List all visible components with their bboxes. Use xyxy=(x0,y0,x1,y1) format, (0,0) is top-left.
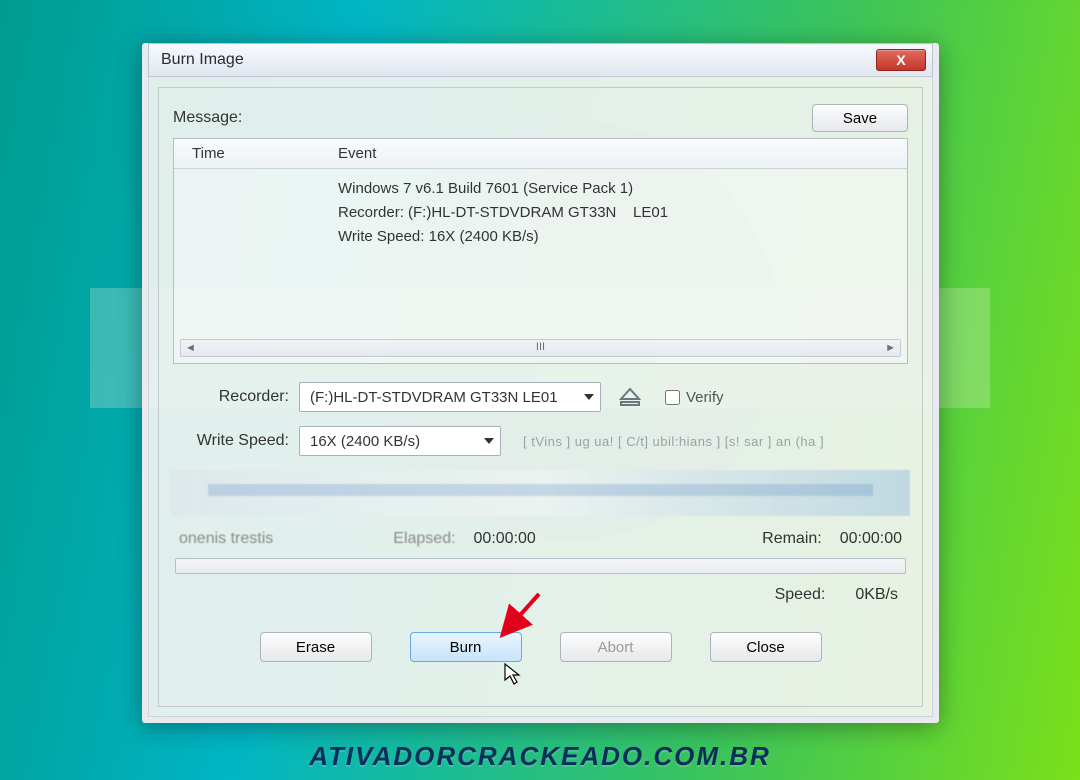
scroll-right-arrow-icon[interactable]: ► xyxy=(885,342,896,354)
elapsed-value: 00:00:00 xyxy=(474,530,536,548)
close-icon: X xyxy=(896,52,905,68)
message-log: Time Event Windows 7 v6.1 Build 7601 (Se… xyxy=(173,138,908,364)
log-body: Windows 7 v6.1 Build 7601 (Service Pack … xyxy=(174,169,907,249)
verify-checkbox-wrap[interactable]: Verify xyxy=(661,387,724,408)
write-speed-value: 16X (2400 KB/s) xyxy=(310,433,420,450)
recorder-dropdown[interactable]: (F:)HL-DT-STDVDRAM GT33N LE01 xyxy=(299,382,601,412)
scroll-thumb[interactable]: III xyxy=(536,341,545,353)
blurred-text: [ tVins ] ug ua! [ C/t] ubil:hians ] [s!… xyxy=(523,434,824,449)
speed-label: Speed: xyxy=(775,586,826,604)
close-button[interactable]: Close xyxy=(710,632,822,662)
abort-button[interactable]: Abort xyxy=(560,632,672,662)
progress-bar xyxy=(175,558,906,574)
remain-value: 00:00:00 xyxy=(840,530,902,548)
horizontal-scrollbar[interactable]: ◄ III ► xyxy=(180,339,901,357)
chevron-down-icon xyxy=(584,394,594,400)
window-title: Burn Image xyxy=(161,51,244,69)
message-label: Message: xyxy=(173,109,242,127)
write-speed-label: Write Speed: xyxy=(173,432,299,450)
dialog-body: Message: Save Time Event Windows 7 v6.1 … xyxy=(158,87,923,707)
blurred-region xyxy=(171,470,910,516)
elapsed-label: Elapsed: xyxy=(393,530,455,548)
remain-label: Remain: xyxy=(762,530,822,548)
verify-checkbox[interactable] xyxy=(665,390,680,405)
log-header: Time Event xyxy=(174,139,907,169)
chevron-down-icon xyxy=(484,438,494,444)
recorder-label: Recorder: xyxy=(173,388,299,406)
burn-image-dialog: Burn Image X Message: Save Time Event Wi… xyxy=(142,43,939,723)
eject-button[interactable] xyxy=(615,384,645,410)
button-row: Erase Burn Abort Close xyxy=(173,632,908,662)
blurred-status-text: onenis trestis xyxy=(179,530,273,548)
log-line: Recorder: (F:)HL-DT-STDVDRAM GT33N LE01 xyxy=(338,201,897,225)
close-window-button[interactable]: X xyxy=(876,49,926,71)
titlebar: Burn Image X xyxy=(148,43,933,77)
recorder-value: (F:)HL-DT-STDVDRAM GT33N LE01 xyxy=(310,389,558,406)
write-speed-dropdown[interactable]: 16X (2400 KB/s) xyxy=(299,426,501,456)
log-line: Write Speed: 16X (2400 KB/s) xyxy=(338,225,897,249)
column-time: Time xyxy=(192,145,338,162)
log-line: Windows 7 v6.1 Build 7601 (Service Pack … xyxy=(338,177,897,201)
speed-value: 0KB/s xyxy=(855,586,898,604)
erase-button[interactable]: Erase xyxy=(260,632,372,662)
burn-button[interactable]: Burn xyxy=(410,632,522,662)
save-button[interactable]: Save xyxy=(812,104,908,132)
mouse-cursor-icon xyxy=(503,662,523,686)
column-event: Event xyxy=(338,145,376,162)
verify-label: Verify xyxy=(686,389,724,406)
eject-icon xyxy=(619,387,641,407)
scroll-left-arrow-icon[interactable]: ◄ xyxy=(185,342,196,354)
watermark-text: ATIVADORCRACKEADO.COM.BR xyxy=(0,741,1080,772)
